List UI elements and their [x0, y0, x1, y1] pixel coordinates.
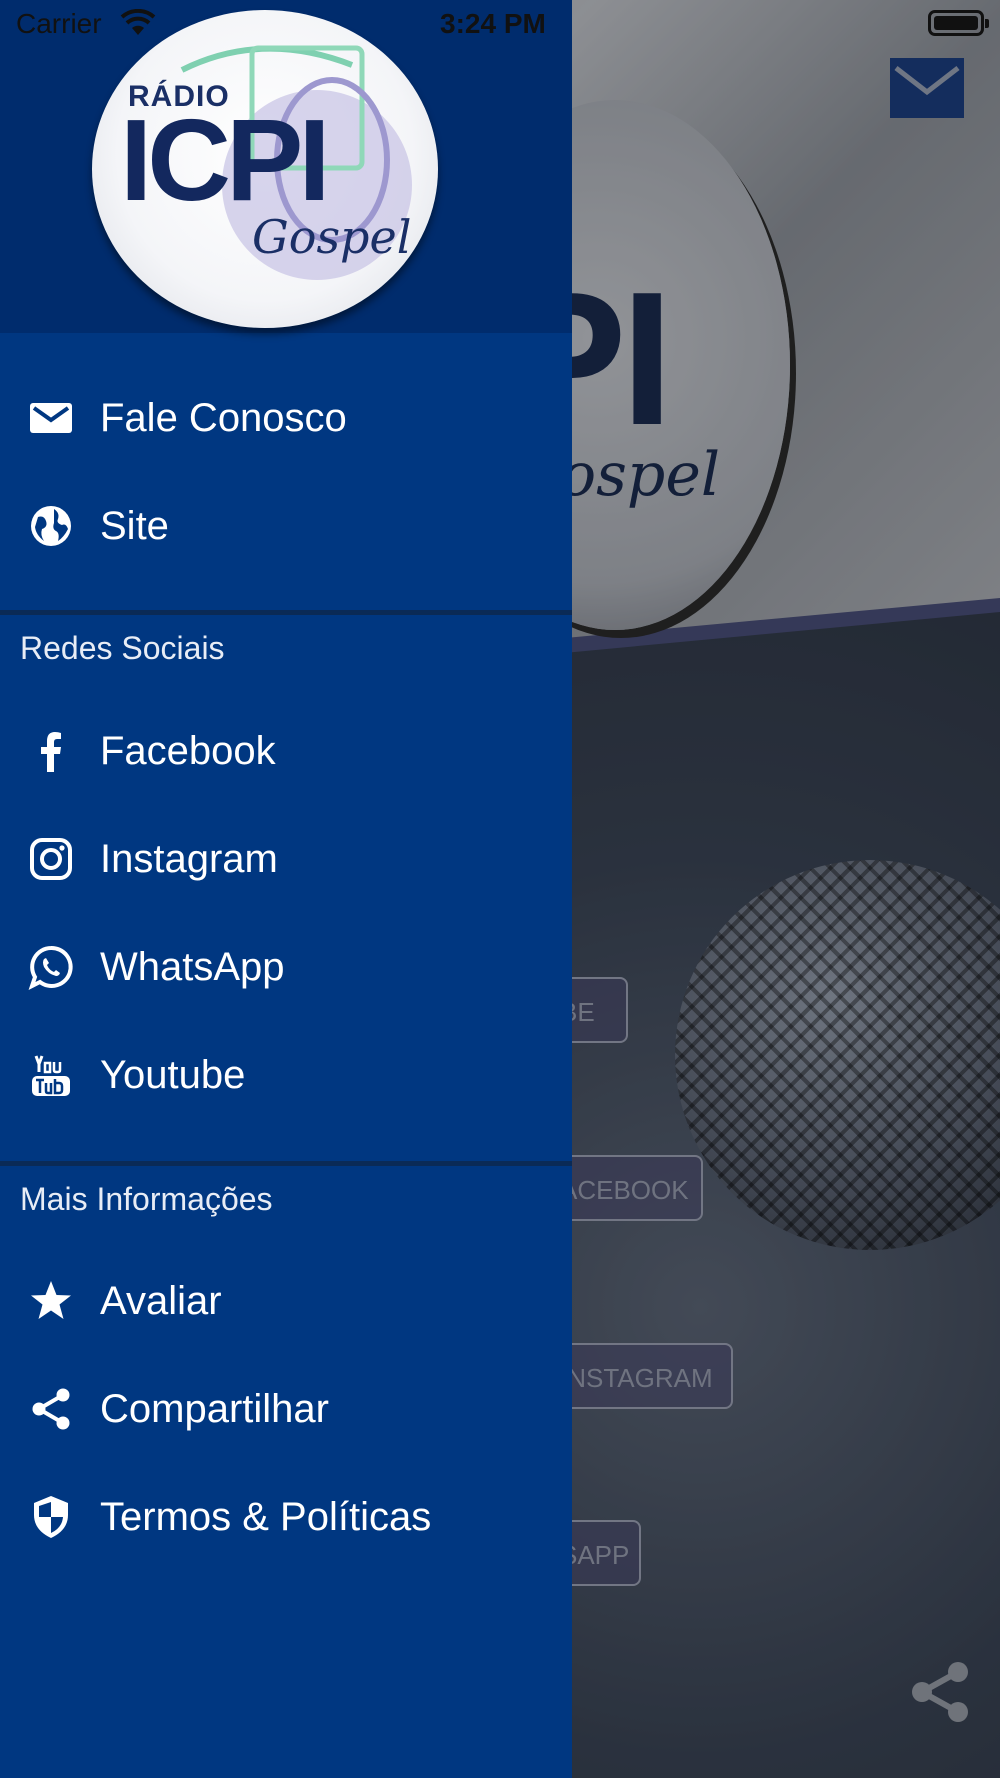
section-title-mais-informacoes: Mais Informações [20, 1181, 273, 1217]
menu-item-label: Termos & Políticas [100, 1494, 432, 1539]
menu-item-avaliar[interactable]: Avaliar [0, 1247, 572, 1355]
menu-item-termos-politicas[interactable]: Termos & Políticas [0, 1463, 572, 1571]
globe-icon [28, 503, 74, 549]
clock-time: 3:24 PM [440, 8, 546, 39]
menu-item-label: WhatsApp [100, 944, 285, 989]
battery-icon [928, 10, 989, 36]
star-icon [28, 1278, 74, 1324]
menu-item-label: Avaliar [100, 1278, 222, 1323]
mail-icon [28, 395, 74, 441]
menu-item-site[interactable]: Site [0, 472, 572, 580]
instagram-icon [28, 836, 74, 882]
youtube-icon [28, 1052, 74, 1098]
section-divider [0, 610, 572, 615]
logo-main-text: ICPI [120, 95, 331, 225]
menu-item-youtube[interactable]: Youtube [0, 1021, 572, 1129]
facebook-icon [28, 728, 74, 774]
logo-gospel-text: Gospel [252, 210, 412, 264]
menu-item-label: Compartilhar [100, 1386, 329, 1431]
menu-item-fale-conosco[interactable]: Fale Conosco [0, 364, 572, 472]
menu-item-label: Site [100, 503, 169, 548]
menu-item-label: Fale Conosco [100, 395, 347, 440]
menu-item-label: Youtube [100, 1052, 246, 1097]
menu-item-label: Facebook [100, 728, 276, 773]
shield-icon [28, 1494, 74, 1540]
menu-item-label: Instagram [100, 836, 278, 881]
menu-item-instagram[interactable]: Instagram [0, 805, 572, 913]
carrier-label: Carrier [16, 8, 102, 39]
background-logo-sub: ospel [560, 440, 721, 510]
whatsapp-icon [28, 944, 74, 990]
radio-logo: RÁDIO ICPI Gospel [92, 10, 438, 328]
share-icon[interactable] [908, 1660, 972, 1724]
menu-item-facebook[interactable]: Facebook [0, 697, 572, 805]
share-icon [28, 1386, 74, 1432]
section-divider [0, 1161, 572, 1166]
mail-icon[interactable] [890, 58, 964, 118]
status-bar: Carrier 3:24 PM [0, 0, 1000, 50]
section-title-redes-sociais: Redes Sociais [20, 630, 225, 666]
menu-item-whatsapp[interactable]: WhatsApp [0, 913, 572, 1021]
navigation-drawer: RÁDIO ICPI Gospel Fale Conosco Site Rede… [0, 0, 572, 1778]
menu-item-compartilhar[interactable]: Compartilhar [0, 1355, 572, 1463]
wifi-icon [120, 9, 156, 35]
